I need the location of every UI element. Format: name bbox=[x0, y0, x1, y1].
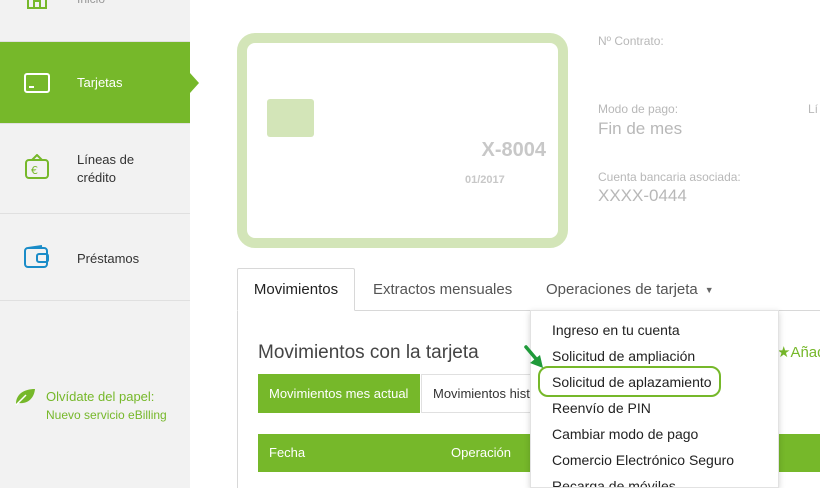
tab-operaciones-label: Operaciones de tarjeta bbox=[546, 281, 698, 298]
sidebar-item-label: Inicio bbox=[77, 0, 105, 8]
limit-label: Lí bbox=[808, 102, 819, 116]
promo-title[interactable]: Olvídate del papel: bbox=[46, 389, 154, 404]
column-header-fecha[interactable]: Fecha bbox=[269, 445, 305, 460]
sidebar-item-lineas-credito[interactable]: € Líneas de crédito bbox=[0, 124, 190, 214]
card-chip bbox=[267, 99, 314, 137]
star-icon: ★ bbox=[777, 344, 791, 361]
add-favorite-link[interactable]: ★Añad bbox=[777, 343, 820, 361]
menu-item-comercio-seguro[interactable]: Comercio Electrónico Seguro bbox=[552, 452, 734, 468]
home-icon bbox=[24, 0, 50, 17]
tab-movimientos[interactable]: Movimientos bbox=[237, 268, 355, 311]
column-header-operacion[interactable]: Operación bbox=[451, 445, 511, 460]
section-title: Movimientos con la tarjeta bbox=[258, 342, 479, 363]
arrow-pointer-icon bbox=[523, 345, 547, 376]
card-expiry: 01/2017 bbox=[465, 174, 505, 186]
payment-mode-label: Modo de pago: bbox=[598, 102, 679, 116]
card-icon bbox=[24, 70, 50, 96]
card-number: X-8004 bbox=[481, 139, 547, 161]
card-image: X-8004 01/2017 bbox=[237, 33, 568, 248]
menu-item-modo-pago[interactable]: Cambiar modo de pago bbox=[552, 426, 698, 442]
menu-item-ampliacion[interactable]: Solicitud de ampliación bbox=[552, 348, 695, 364]
sidebar-item-prestamos[interactable]: Préstamos bbox=[0, 214, 190, 301]
subtab-current-month[interactable]: Movimientos mes actual bbox=[258, 374, 420, 413]
sidebar-item-label: Préstamos bbox=[77, 251, 140, 266]
sidebar-item-inicio[interactable]: Inicio bbox=[0, 0, 190, 42]
caret-down-icon: ▼ bbox=[704, 284, 714, 295]
leaf-icon bbox=[14, 388, 36, 411]
sidebar-item-label: Tarjetas bbox=[77, 75, 123, 90]
menu-item-recarga-moviles[interactable]: Recarga de móviles bbox=[552, 478, 676, 487]
panel-border bbox=[237, 310, 238, 488]
wallet-icon bbox=[24, 244, 50, 270]
sidebar-item-tarjetas[interactable]: Tarjetas bbox=[0, 42, 199, 124]
operations-dropdown-menu: Ingreso en tu cuenta Solicitud de amplia… bbox=[530, 310, 779, 488]
sidebar-item-label: Líneas de crédito bbox=[77, 152, 135, 185]
highlight-outline bbox=[538, 366, 721, 397]
tab-operaciones[interactable]: Operaciones de tarjeta ▼ bbox=[546, 268, 714, 311]
menu-item-reenvio-pin[interactable]: Reenvío de PIN bbox=[552, 400, 651, 416]
promo-subtitle[interactable]: Nuevo servicio eBilling bbox=[46, 408, 167, 422]
svg-text:€: € bbox=[31, 164, 38, 177]
subtab-history[interactable]: Movimientos histó bbox=[421, 374, 541, 413]
sidebar: Inicio Tarjetas € Líneas de crédito Prés… bbox=[0, 0, 199, 488]
add-favorite-label: Añad bbox=[790, 344, 820, 361]
bank-account-label: Cuenta bancaria asociada: bbox=[598, 170, 741, 184]
contract-label: Nº Contrato: bbox=[598, 34, 664, 48]
bank-account-value: XXXX-0444 bbox=[598, 186, 687, 205]
credit-line-icon: € bbox=[24, 154, 50, 180]
tab-extractos[interactable]: Extractos mensuales bbox=[373, 268, 512, 311]
payment-mode-value: Fin de mes bbox=[598, 119, 683, 138]
menu-item-ingreso[interactable]: Ingreso en tu cuenta bbox=[552, 322, 680, 338]
